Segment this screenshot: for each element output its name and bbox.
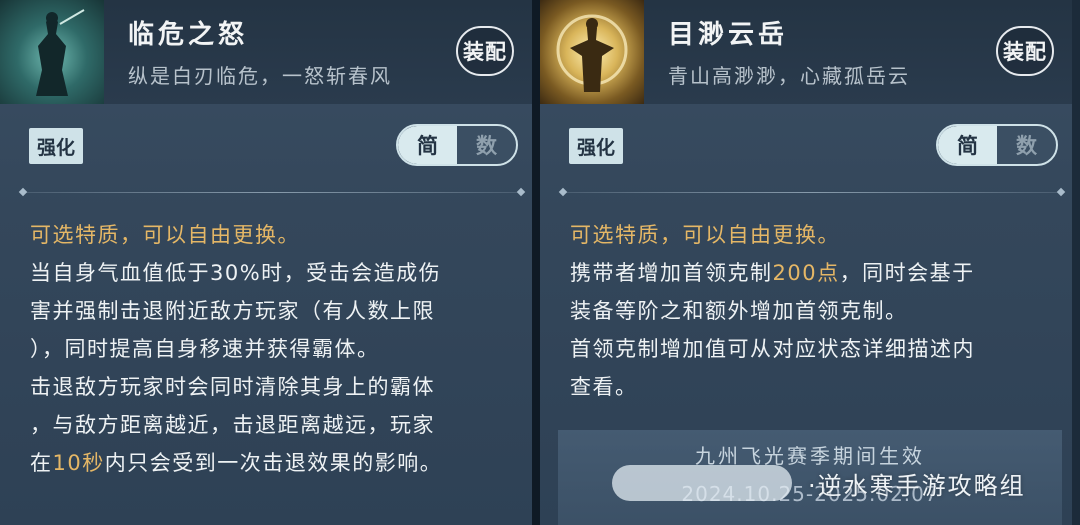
description-text: 查看。 [570, 375, 638, 399]
description-text: 首领克制增加值可从对应状态详细描述内 [570, 337, 975, 361]
description-line: 击退敌方玩家时会同时清除其身上的霸体 [30, 368, 514, 406]
trait-card-left: 临危之怒 纵是白刃临危，一怒斩春风 装配 强化 简 数 可选特质，可以自由更换。… [0, 0, 532, 525]
watermark-logo [612, 465, 792, 501]
description-text: 装备等阶之和额外增加首领克制。 [570, 299, 908, 323]
card-gap [532, 0, 540, 525]
card-header: 临危之怒 纵是白刃临危，一怒斩春风 装配 [0, 0, 532, 104]
equip-button[interactable]: 装配 [996, 26, 1054, 76]
toggle-simple[interactable]: 简 [398, 126, 457, 164]
trait-portrait [540, 0, 644, 104]
toggle-numeric[interactable]: 数 [997, 126, 1056, 164]
description-text: 在 [30, 451, 53, 475]
trait-subtitle: 青山高渺渺，心藏孤岳云 [668, 64, 910, 88]
divider [22, 192, 522, 193]
description-line: 查看。 [570, 368, 1054, 406]
highlight-text: 10秒 [52, 451, 105, 475]
description-line: ，与敌方距离越近，击退距离越远，玩家 [30, 406, 514, 444]
description-line: 可选特质，可以自由更换。 [570, 216, 1054, 254]
description-text: 击退敌方玩家时会同时清除其身上的霸体 [30, 375, 435, 399]
description-line: 装备等阶之和额外增加首领克制。 [570, 292, 1054, 330]
enhance-tag: 强化 [569, 128, 623, 164]
description-text: ，同时会基于 [839, 261, 975, 285]
trait-card-right: 目渺云岳 青山高渺渺，心藏孤岳云 装配 强化 简 数 可选特质，可以自由更换。携… [540, 0, 1072, 525]
card-header: 目渺云岳 青山高渺渺，心藏孤岳云 装配 [540, 0, 1072, 104]
mode-toggle[interactable]: 简 数 [396, 124, 518, 166]
watermark-text: ·逆水寒手游攻略组 [808, 471, 1026, 500]
trait-name: 目渺云岳 [668, 20, 789, 50]
trait-portrait [0, 0, 104, 104]
description-line: 害并强制击退附近敌方玩家（有人数上限 [30, 292, 514, 330]
watermark: ·逆水寒手游攻略组 [612, 458, 1052, 508]
description-line: 首领克制增加值可从对应状态详细描述内 [570, 330, 1054, 368]
description-line: ），同时提高自身移速并获得霸体。 [30, 330, 514, 368]
equip-button[interactable]: 装配 [456, 26, 514, 76]
description-text: 内只会受到一次击退效果的影响。 [104, 451, 443, 475]
highlight-text: 可选特质，可以自由更换。 [570, 223, 840, 247]
description-text: ，与敌方距离越近，击退距离越远，玩家 [30, 413, 435, 437]
divider [562, 192, 1062, 193]
highlight-text: 可选特质，可以自由更换。 [30, 223, 300, 247]
description-line: 当自身气血值低于30%时，受击会造成伤 [30, 254, 514, 292]
toggle-numeric[interactable]: 数 [457, 126, 516, 164]
description-text: ），同时提高自身移速并获得霸体。 [30, 337, 380, 361]
glowing-figure-icon [556, 14, 628, 92]
description-line: 可选特质，可以自由更换。 [30, 216, 514, 254]
trait-subtitle: 纵是白刃临危，一怒斩春风 [128, 64, 392, 88]
enhance-tag: 强化 [29, 128, 83, 164]
trait-name: 临危之怒 [128, 20, 249, 50]
mode-toggle[interactable]: 简 数 [936, 124, 1058, 166]
warrior-figure-icon [36, 9, 85, 96]
description-text: 害并强制击退附近敌方玩家（有人数上限 [30, 299, 435, 323]
description-text: 携带者增加首领克制 [570, 261, 773, 285]
toggle-simple[interactable]: 简 [938, 126, 997, 164]
description-line: 携带者增加首领克制200点，同时会基于 [570, 254, 1054, 292]
description-line: 在10秒内只会受到一次击退效果的影响。 [30, 444, 514, 482]
description-text: 当自身气血值低于30%时，受击会造成伤 [30, 261, 442, 285]
trait-description: 可选特质，可以自由更换。 携带者增加首领克制200点，同时会基于 装备等阶之和额外增… [570, 216, 1054, 406]
trait-description: 可选特质，可以自由更换。当自身气血值低于30%时，受击会造成伤 害并强制击退附近敌… [30, 216, 514, 482]
highlight-text: 200点 [772, 261, 840, 285]
